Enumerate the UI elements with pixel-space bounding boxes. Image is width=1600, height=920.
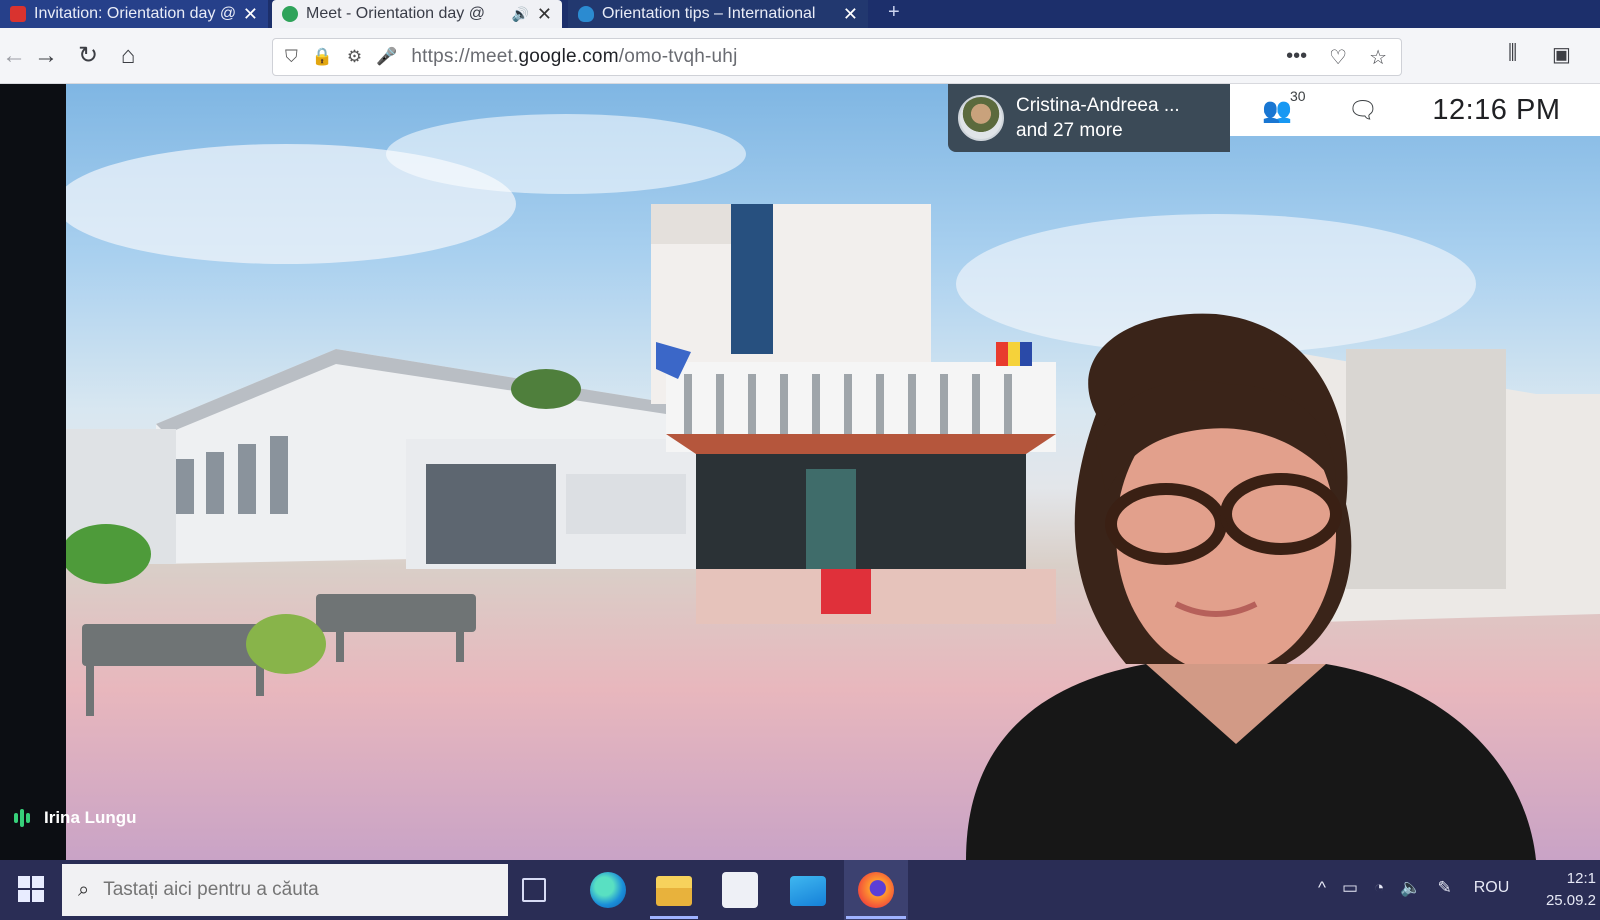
taskbar-time: 12:1	[1566, 870, 1596, 887]
participant-count: 30	[1290, 87, 1306, 104]
avatar	[958, 95, 1004, 141]
meet-stage: Cristina-Andreea ... and 27 more 👥 30 🗨 …	[0, 84, 1600, 860]
store-icon[interactable]	[722, 872, 758, 908]
permissions-icon[interactable]: ⚙	[347, 47, 362, 67]
chevron-up-icon[interactable]: ^	[1318, 878, 1326, 898]
mail-icon[interactable]	[790, 876, 826, 906]
library-icon[interactable]: ⫼	[1508, 42, 1517, 65]
meet-favicon-icon	[282, 6, 298, 22]
address-bar[interactable]: ⛉ 🔒 ⚙ 🎤 https://meet.google.com/omo-tvqh…	[272, 38, 1402, 76]
close-tab-icon[interactable]: ✕	[537, 4, 552, 25]
page-actions-icon[interactable]: •••	[1286, 45, 1307, 70]
search-input[interactable]	[103, 879, 484, 901]
windows-start-icon[interactable]	[18, 876, 44, 902]
tab-title: Meet - Orientation day @	[306, 5, 485, 22]
tab-meet[interactable]: Meet - Orientation day @ 🔊 ✕	[272, 0, 562, 28]
windows-taskbar: ⌕ ^ ▭ ◔ 🔈 ✎ ROU 12:1 25.09.2	[0, 860, 1600, 920]
speaker-name: Irina Lungu	[44, 808, 137, 827]
speaker-icon[interactable]: 🔊	[511, 6, 528, 23]
language-indicator[interactable]: ROU	[1474, 879, 1510, 897]
edge-icon[interactable]	[590, 872, 626, 908]
volume-icon[interactable]: 🔈	[1400, 878, 1421, 898]
pocket-icon[interactable]: ♡	[1329, 45, 1347, 70]
new-tab-button[interactable]: +	[888, 0, 900, 28]
file-explorer-icon[interactable]	[656, 876, 692, 906]
tracking-shield-icon[interactable]: ⛉	[285, 47, 298, 67]
meeting-clock: 12:16 PM	[1432, 93, 1561, 126]
tab-orientation-tips[interactable]: Orientation tips – International ✕	[568, 0, 868, 28]
people-button[interactable]: 👥 30	[1262, 88, 1306, 125]
shield-favicon-icon	[578, 6, 594, 22]
firefox-icon[interactable]	[858, 872, 894, 908]
participant-more: and 27 more	[1016, 120, 1123, 141]
system-tray: ^ ▭ ◔ 🔈 ✎ ROU	[1318, 878, 1509, 898]
participants-summary[interactable]: Cristina-Andreea ... and 27 more	[948, 84, 1230, 152]
url-text[interactable]: https://meet.google.com/omo-tvqh-uhj	[411, 46, 737, 68]
browser-tab-strip: Invitation: Orientation day @ T ✕ Meet -…	[0, 0, 1600, 28]
lock-icon[interactable]: 🔒	[312, 47, 333, 67]
chat-icon[interactable]: 🗨	[1348, 96, 1378, 125]
pen-icon[interactable]: ✎	[1438, 878, 1452, 898]
running-indicator	[846, 916, 906, 919]
speaker-video-tile	[66, 84, 1600, 860]
taskbar-clock[interactable]: 12:1 25.09.2	[1540, 868, 1596, 912]
taskbar-search[interactable]: ⌕	[62, 864, 508, 916]
speaker-name-tag: Irina Lungu	[14, 808, 137, 828]
sidebar-icon[interactable]: ▣	[1552, 42, 1571, 67]
microphone-icon[interactable]: 🎤	[376, 47, 397, 67]
speaking-indicator-icon	[14, 809, 30, 827]
task-view-icon[interactable]	[522, 878, 546, 902]
battery-icon[interactable]: ▭	[1342, 878, 1358, 898]
home-icon[interactable]: ⌂	[114, 42, 142, 70]
close-tab-icon[interactable]: ✕	[243, 4, 258, 25]
taskbar-date: 25.09.2	[1545, 892, 1596, 909]
participant-name: Cristina-Andreea ...	[1016, 95, 1180, 116]
people-icon: 👥	[1262, 96, 1292, 124]
wifi-icon[interactable]: ◔	[1374, 878, 1384, 898]
meeting-controls: 👥 30 🗨 12:16 PM	[1230, 84, 1600, 136]
calendar-favicon-icon	[10, 6, 26, 22]
bookmark-star-icon[interactable]: ☆	[1369, 45, 1387, 70]
virtual-background-image	[66, 114, 1600, 860]
running-indicator	[650, 916, 698, 919]
tab-invitation[interactable]: Invitation: Orientation day @ T ✕	[0, 0, 268, 28]
tab-title: Orientation tips – International	[602, 5, 816, 22]
tab-title: Invitation: Orientation day @ T	[34, 5, 235, 22]
back-icon[interactable]: ←	[0, 42, 28, 70]
browser-toolbar: ← → ↻ ⌂ ⛉ 🔒 ⚙ 🎤 https://meet.google.com/…	[0, 28, 1600, 84]
close-tab-icon[interactable]: ✕	[843, 4, 858, 25]
forward-icon[interactable]: →	[32, 42, 60, 70]
search-icon: ⌕	[78, 878, 90, 901]
reload-icon[interactable]: ↻	[74, 42, 102, 70]
